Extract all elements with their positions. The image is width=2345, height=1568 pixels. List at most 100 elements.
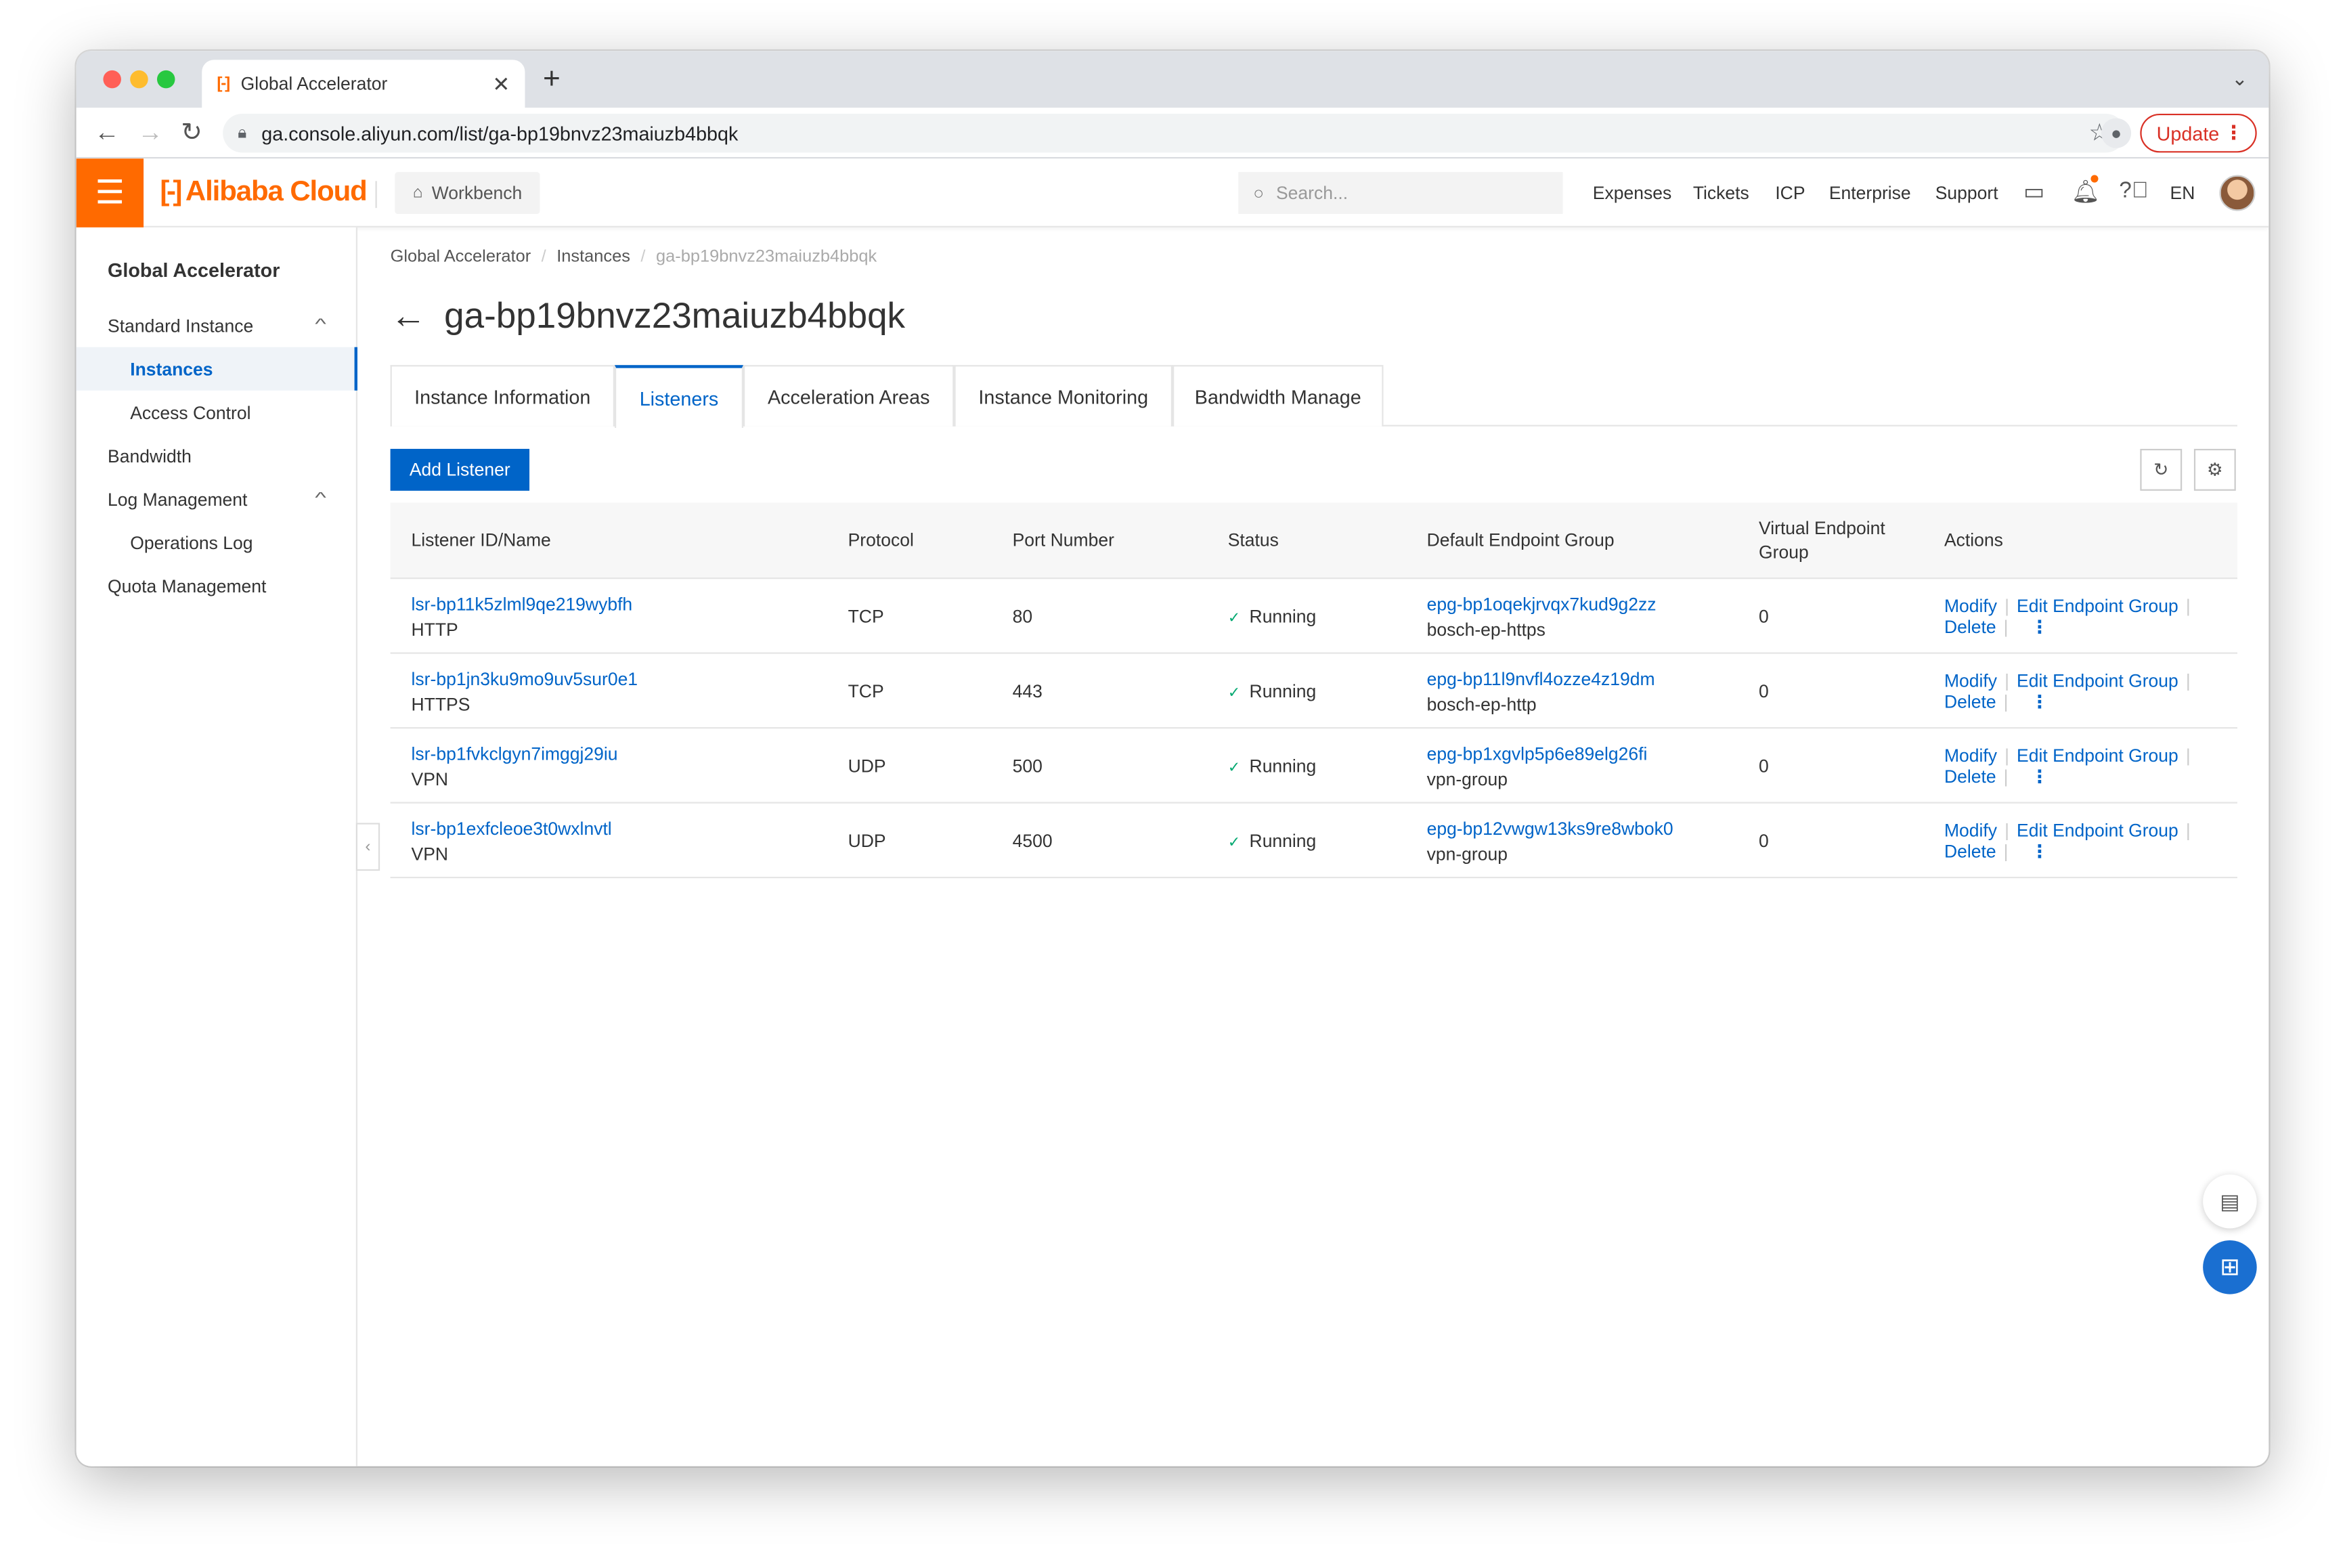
back-arrow-icon[interactable]: ← [391, 297, 426, 339]
breadcrumb-global-accelerator[interactable]: Global Accelerator [391, 248, 531, 267]
listener-id-link[interactable]: lsr-bp1jn3ku9mo9uv5sur0e1 [412, 669, 638, 690]
help-icon[interactable]: ?⃝ [2119, 178, 2148, 204]
edit-endpoint-group-link[interactable]: Edit Endpoint Group [2017, 820, 2178, 841]
tab-bandwidth-manage[interactable]: Bandwidth Manage [1172, 365, 1384, 427]
tab-acceleration-areas[interactable]: Acceleration Areas [743, 365, 955, 427]
chat-icon[interactable]: ▤ [2203, 1174, 2257, 1229]
support-link[interactable]: Support [1935, 183, 1998, 204]
sidebar-item-bandwidth[interactable]: Bandwidth [76, 434, 357, 477]
table-row: lsr-bp1fvkclgyn7imggj29iu VPN UDP 500 ✓ R… [390, 728, 2237, 804]
add-listener-button[interactable]: Add Listener [390, 448, 530, 491]
action-separator: | [2185, 595, 2191, 617]
modify-link[interactable]: Modify [1944, 745, 1997, 766]
listener-id-link[interactable]: lsr-bp1fvkclgyn7imggj29iu [412, 743, 618, 764]
more-actions-icon[interactable]: ⋮ [2031, 691, 2049, 712]
workbench-button[interactable]: ⌂ Workbench [395, 172, 540, 215]
endpoint-group-name: bosch-ep-http [1426, 694, 1537, 716]
listener-id-link[interactable]: lsr-bp11k5zlml9qe219wybfh [412, 594, 633, 615]
header-status: Status [1227, 529, 1279, 551]
listener-name: VPN [411, 844, 449, 865]
sidebar-item-operations-log[interactable]: Operations Log [76, 521, 357, 564]
notification-dot [2090, 175, 2099, 183]
modify-link[interactable]: Modify [1944, 820, 1997, 841]
user-avatar[interactable] [2219, 175, 2256, 211]
back-icon[interactable]: ← [94, 118, 120, 148]
endpoint-group-name: bosch-ep-https [1426, 619, 1546, 640]
more-actions-icon[interactable]: ⋮ [2031, 766, 2049, 787]
home-icon: ⌂ [412, 183, 423, 202]
sidebar-item-instances[interactable]: Instances [76, 347, 357, 391]
edit-endpoint-group-link[interactable]: Edit Endpoint Group [2017, 745, 2178, 766]
endpoint-group-link[interactable]: epg-bp11l9nvfl4ozze4z19dm [1427, 669, 1655, 690]
alibaba-cloud-logo[interactable]: [-] Alibaba Cloud [160, 177, 367, 210]
tab-instance-information[interactable]: Instance Information [390, 365, 615, 427]
logo-divider [375, 181, 377, 209]
status-cell: ✓ Running [1228, 830, 1317, 851]
update-button[interactable]: Update ⋮ [2140, 113, 2257, 153]
action-separator: | [2185, 745, 2191, 766]
virtual-group-count: 0 [1759, 680, 1769, 702]
tab-listeners[interactable]: Listeners [614, 365, 743, 429]
action-separator: | [2003, 691, 2009, 712]
console-search-input[interactable]: ○ Search... [1238, 172, 1563, 215]
apps-grid-icon[interactable]: ⊞ [2203, 1240, 2257, 1294]
browser-tab-title: Global Accelerator [240, 73, 388, 95]
modify-link[interactable]: Modify [1944, 596, 1997, 617]
stage: [-] Global Accelerator ✕ + ⌄ ← → ↻ 🔒︎ ga… [0, 0, 2345, 1568]
delete-link[interactable]: Delete [1944, 616, 1996, 637]
endpoint-group-link[interactable]: epg-bp12vwgw13ks9re8wbok0 [1427, 819, 1673, 840]
address-bar-row: ← → ↻ 🔒︎ ga.console.aliyun.com/list/ga-b… [76, 108, 2269, 159]
reload-icon[interactable]: ↻ [181, 118, 202, 148]
edit-endpoint-group-link[interactable]: Edit Endpoint Group [2017, 670, 2178, 691]
language-switch[interactable]: EN [2170, 183, 2195, 204]
settings-gear-icon[interactable]: ⚙︎ [2193, 448, 2236, 491]
browser-tab[interactable]: [-] Global Accelerator ✕ [202, 60, 525, 108]
delete-link[interactable]: Delete [1944, 691, 1996, 712]
alibaba-favicon-icon: [-] [217, 74, 230, 93]
profile-icon[interactable]: ● [2101, 118, 2132, 148]
endpoint-group-name: vpn-group [1426, 768, 1508, 790]
endpoint-group-link[interactable]: epg-bp1oqekjrvqx7kud9g2zz [1427, 594, 1657, 615]
modify-link[interactable]: Modify [1944, 670, 1997, 691]
sidebar-item-log-management[interactable]: Log Management ^ [76, 477, 357, 521]
minimize-window-button[interactable] [130, 70, 148, 89]
sidebar-item-label: Access Control [130, 401, 251, 423]
hamburger-menu-icon[interactable]: ☰ [76, 158, 144, 227]
page-title-row: ← ga-bp19bnvz23maiuzb4bbqk [391, 297, 905, 339]
page-title: ga-bp19bnvz23maiuzb4bbqk [444, 296, 906, 337]
more-actions-icon[interactable]: ⋮ [2031, 616, 2049, 637]
check-icon: ✓ [1227, 685, 1241, 702]
delete-link[interactable]: Delete [1944, 841, 1996, 862]
tickets-link[interactable]: Tickets [1693, 183, 1749, 204]
sidebar-item-access-control[interactable]: Access Control [76, 391, 357, 434]
tab-instance-monitoring[interactable]: Instance Monitoring [954, 365, 1173, 427]
icp-link[interactable]: ICP [1775, 183, 1805, 204]
sidebar-item-label: Log Management [108, 488, 248, 510]
sidebar-collapse-handle[interactable]: ‹ [355, 823, 380, 871]
enterprise-link[interactable]: Enterprise [1829, 183, 1911, 204]
delete-link[interactable]: Delete [1944, 766, 1996, 787]
expenses-link[interactable]: Expenses [1593, 183, 1671, 204]
more-actions-icon[interactable]: ⋮ [2031, 841, 2049, 862]
close-tab-icon[interactable]: ✕ [492, 71, 510, 97]
url-field[interactable]: 🔒︎ ga.console.aliyun.com/list/ga-bp19bnv… [223, 113, 2126, 153]
search-icon: ○ [1253, 182, 1265, 204]
maximize-window-button[interactable] [156, 70, 175, 89]
actions-line1: Modify | Edit Endpoint Group | [1944, 670, 2198, 691]
header-actions: Actions [1944, 529, 2003, 551]
sidebar-item-label: Instances [130, 358, 213, 380]
close-window-button[interactable] [103, 70, 121, 89]
actions-line2: Delete | ⋮ [1944, 691, 2048, 712]
sidebar-item-standard-instance[interactable]: Standard Instance ^ [76, 304, 357, 347]
forward-icon[interactable]: → [137, 118, 163, 148]
refresh-icon[interactable]: ↻ [2140, 448, 2183, 491]
listener-id-link[interactable]: lsr-bp1exfcleoe3t0wxlnvtl [412, 819, 612, 840]
endpoint-group-link[interactable]: epg-bp1xgvlp5p6e89elg26fi [1427, 743, 1648, 764]
sidebar-item-quota-management[interactable]: Quota Management [76, 564, 357, 607]
cloud-shell-icon[interactable]: ▭ [2023, 178, 2044, 205]
breadcrumb-instances[interactable]: Instances [556, 248, 630, 267]
edit-endpoint-group-link[interactable]: Edit Endpoint Group [2017, 596, 2178, 617]
new-tab-icon[interactable]: + [543, 63, 561, 97]
status-text: Running [1249, 830, 1317, 852]
tab-search-chevron-icon[interactable]: ⌄ [2231, 67, 2248, 91]
